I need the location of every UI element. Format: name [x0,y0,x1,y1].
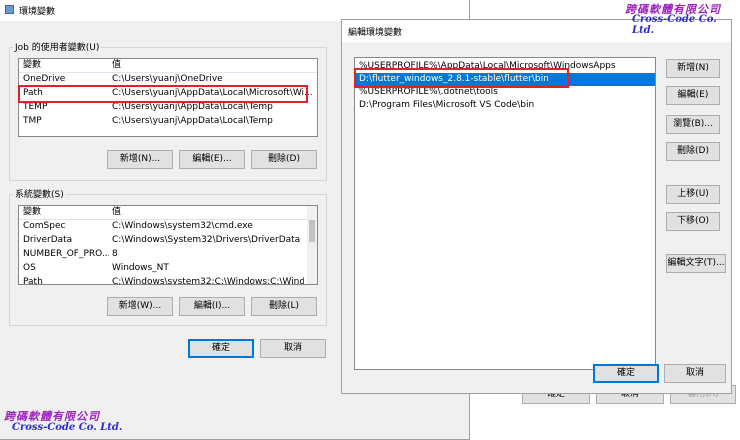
user-edit-button[interactable]: 編輯(E)... [179,150,245,169]
col-header-value[interactable]: 值 [112,59,312,72]
move-up-button[interactable]: 上移(U) [666,185,720,204]
flutter-path-highlight [354,68,569,88]
scroll-thumb[interactable] [309,220,315,242]
move-down-button[interactable]: 下移(O) [666,212,720,231]
user-vars-header: 變數 值 [19,59,317,73]
table-row[interactable]: DriverData C:\Windows\System32\Drivers\D… [19,234,317,247]
watermark-en-bottom: Cross-Code Co. Ltd. [12,422,123,433]
env-cancel-button[interactable]: 取消 [260,339,326,358]
col-header-name[interactable]: 變數 [23,59,109,72]
edit-browse-button[interactable]: 瀏覽(B)... [666,115,720,134]
path-entries-list[interactable]: %USERPROFILE%\AppData\Local\Microsoft\Wi… [354,57,656,370]
edit-edit-button[interactable]: 編輯(E) [666,86,720,105]
path-row-highlight [18,85,308,103]
env-ok-button[interactable]: 確定 [188,339,254,358]
edit-env-var-dialog: 編輯環境變數 %USERPROFILE%\AppData\Local\Micro… [341,19,732,394]
edit-cancel-button[interactable]: 取消 [664,364,726,383]
col-header-name[interactable]: 變數 [23,206,109,219]
table-row[interactable]: Path C:\Windows\system32;C:\Windows;C:\W… [19,276,317,284]
system-delete-button[interactable]: 刪除(L) [251,297,317,316]
table-row[interactable]: TMP C:\Users\yuanj\AppData\Local\Temp [19,115,317,128]
table-row[interactable]: ComSpec C:\Windows\system32\cmd.exe [19,220,317,233]
user-new-button[interactable]: 新增(N)... [107,150,173,169]
system-vars-scrollbar[interactable] [307,206,317,284]
env-title-bar: 環境變數 [0,0,469,21]
system-vars-label: 系統變數(S) [13,187,66,200]
list-item[interactable]: D:\Program Files\Microsoft VS Code\bin [355,99,655,112]
table-row[interactable]: OS Windows_NT [19,262,317,275]
env-dialog-title: 環境變數 [19,7,56,17]
window-icon [5,5,14,14]
table-row[interactable]: NUMBER_OF_PRO... 8 [19,248,317,261]
edit-dialog-title: 編輯環境變數 [348,28,403,38]
system-vars-header: 變數 值 [19,206,317,220]
watermark-en-top: Cross-Code Co. Ltd. [632,14,717,36]
user-vars-label: Job 的使用者變數(U) [13,40,102,53]
edit-delete-button[interactable]: 刪除(D) [666,142,720,161]
system-vars-list[interactable]: 變數 值 ComSpec C:\Windows\system32\cmd.exe… [18,205,318,285]
col-header-value[interactable]: 值 [112,206,302,219]
edit-new-button[interactable]: 新增(N) [666,59,720,78]
edit-text-button[interactable]: 編輯文字(T)... [666,254,726,273]
system-new-button[interactable]: 新增(W)... [107,297,173,316]
edit-ok-button[interactable]: 確定 [593,364,659,383]
system-edit-button[interactable]: 編輯(I)... [179,297,245,316]
user-delete-button[interactable]: 刪除(D) [251,150,317,169]
